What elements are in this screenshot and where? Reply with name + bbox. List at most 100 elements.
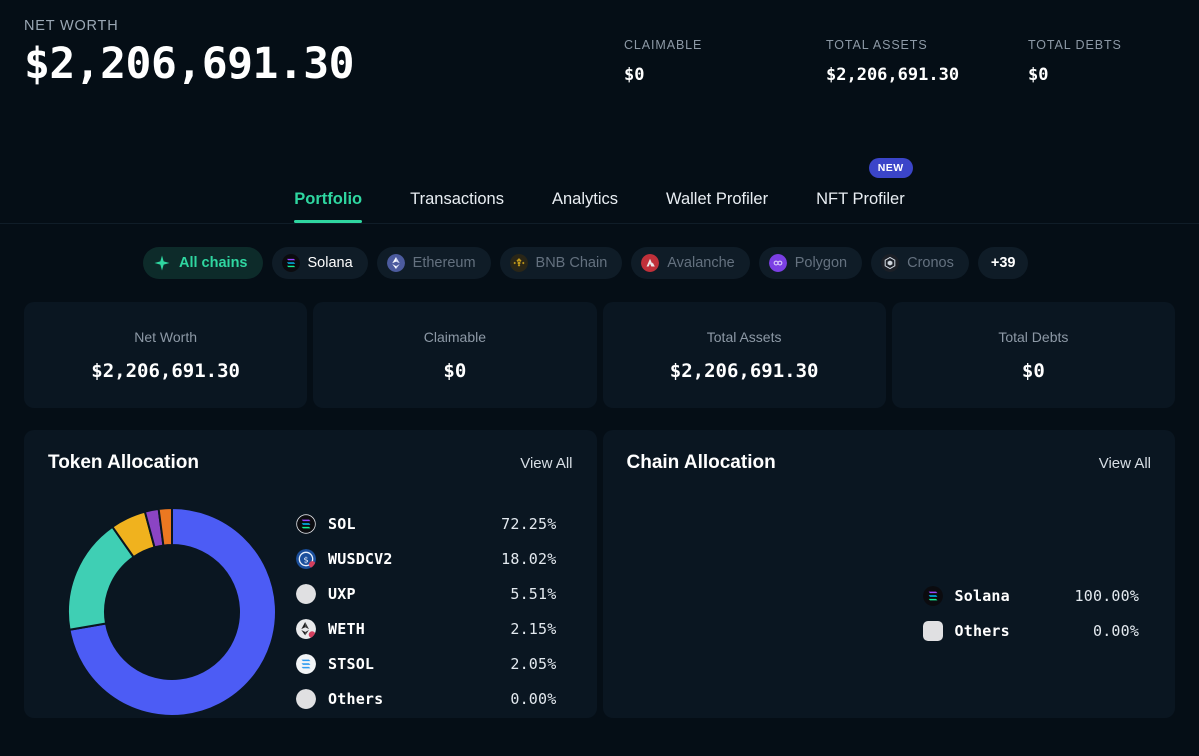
header-bar: NET WORTH $2,206,691.30 CLAIMABLE $0 TOT… [0, 0, 1199, 128]
chain-chip-avalanche[interactable]: Avalanche [631, 247, 750, 279]
allocation-panels: Token Allocation View All SOL 72.25% $ W… [0, 408, 1199, 718]
main-tabs: Portfolio Transactions Analytics Wallet … [0, 128, 1199, 224]
solana-icon [922, 585, 943, 606]
legend-label: UXP [328, 584, 356, 603]
chain-chip-label: +39 [990, 255, 1016, 271]
chain-chip-solana[interactable]: Solana [271, 247, 368, 279]
header-stat-label: TOTAL ASSETS [826, 38, 928, 52]
legend-value: 18.02% [501, 549, 557, 568]
chain-legend: Solana 100.00% Others 0.00% [875, 488, 1166, 648]
legend-item-stsol[interactable]: STSOL 2.05% [296, 646, 557, 681]
stat-card-total-assets: Total Assets $2,206,691.30 [602, 302, 886, 408]
legend-label: Others [954, 621, 1010, 640]
tab-nft-profiler[interactable]: NEW NFT Profiler [792, 158, 929, 223]
token-allocation-title: Token Allocation [48, 452, 199, 473]
stat-card-label: Net Worth [134, 328, 197, 345]
header-stats: CLAIMABLE $0 TOTAL ASSETS $2,206,691.30 … [624, 38, 1175, 85]
legend-item-others[interactable]: Others 0.00% [922, 613, 1140, 648]
solana-icon [281, 254, 300, 272]
net-worth-label: NET WORTH [24, 18, 119, 34]
legend-item-uxp[interactable]: UXP 5.51% [296, 576, 557, 611]
header-stat-label: CLAIMABLE [624, 38, 703, 52]
legend-label: WETH [328, 619, 365, 638]
stat-card-label: Claimable [423, 328, 486, 345]
chain-chip-bnb-chain[interactable]: BNB Chain [499, 247, 623, 279]
chain-chip-ethereum[interactable]: Ethereum [376, 247, 491, 279]
chain-chip-label: BNB Chain [535, 255, 608, 271]
cronos-icon [881, 254, 900, 272]
chain-chip-label: Avalanche [667, 255, 735, 271]
token-view-all-link[interactable]: View All [520, 455, 572, 472]
others-icon [296, 688, 316, 709]
stat-card-value: $0 [1021, 359, 1045, 382]
tab-portfolio[interactable]: Portfolio [270, 190, 386, 223]
chain-chip-label: Solana [307, 255, 353, 271]
stat-card-total-debts: Total Debts $0 [891, 302, 1175, 408]
header-stat-value: $0 [624, 65, 645, 85]
net-worth-value: $2,206,691.30 [24, 39, 355, 89]
stat-card-value: $2,206,691.30 [91, 359, 240, 382]
tab-label: Analytics [551, 190, 618, 208]
chain-allocation-panel: Chain Allocation View All Solana 100.00% [602, 430, 1175, 718]
tab-transactions[interactable]: Transactions [386, 190, 528, 223]
net-worth-block: NET WORTH $2,206,691.30 [24, 18, 624, 89]
uxp-icon [296, 583, 316, 604]
bnb-icon [509, 254, 528, 272]
chain-chip-polygon[interactable]: Polygon [758, 247, 863, 279]
header-stat-label: TOTAL DEBTS [1028, 38, 1122, 52]
chain-chip-label: Cronos [907, 255, 954, 271]
tab-label: Portfolio [294, 190, 363, 208]
summary-cards: Net Worth $2,206,691.30 Claimable $0 Tot… [0, 302, 1199, 408]
stat-card-value: $0 [443, 359, 467, 382]
stat-card-claimable: Claimable $0 [313, 302, 597, 408]
legend-label: SOL [328, 514, 356, 533]
tab-label: NFT Profiler [816, 190, 905, 208]
chain-allocation-title: Chain Allocation [626, 452, 776, 473]
stat-card-value: $2,206,691.30 [669, 359, 819, 382]
legend-value: 100.00% [1074, 586, 1140, 605]
chain-chip-all-chains[interactable]: All chains [143, 247, 263, 279]
legend-item-wusdcv2[interactable]: $ WUSDCV2 18.02% [296, 541, 557, 576]
chain-donut-chart [627, 488, 875, 718]
token-donut-chart [48, 488, 296, 718]
chain-view-all-link[interactable]: View All [1099, 455, 1151, 472]
others-icon [922, 620, 943, 641]
chain-chip-label: Polygon [794, 255, 848, 271]
token-legend: SOL 72.25% $ WUSDCV2 18.02% UXP 5.51% WE… [296, 488, 573, 716]
tab-label: Wallet Profiler [666, 190, 769, 208]
chain-chip-more[interactable]: +39 [977, 247, 1029, 279]
chain-donut-svg [817, 611, 855, 613]
legend-value: 5.51% [510, 584, 557, 603]
legend-item-weth[interactable]: WETH 2.15% [296, 611, 557, 646]
legend-value: 0.00% [1092, 621, 1140, 640]
legend-item-sol[interactable]: SOL 72.25% [296, 506, 557, 541]
tab-wallet-profiler[interactable]: Wallet Profiler [642, 190, 792, 223]
header-stat-value: $0 [1028, 65, 1049, 85]
stat-card-net-worth: Net Worth $2,206,691.30 [24, 302, 308, 408]
header-stat-total-assets: TOTAL ASSETS $2,206,691.30 [826, 38, 1028, 85]
sparkle-icon [154, 255, 170, 271]
tab-analytics[interactable]: Analytics [528, 190, 642, 223]
legend-value: 2.15% [510, 619, 557, 638]
legend-value: 2.05% [510, 654, 557, 673]
legend-item-solana[interactable]: Solana 100.00% [922, 578, 1140, 613]
svg-text:$: $ [303, 554, 308, 564]
solana-icon [296, 513, 316, 534]
tab-label: Transactions [410, 190, 504, 208]
header-stat-claimable: CLAIMABLE $0 [624, 38, 826, 85]
ethereum-icon [386, 254, 405, 272]
header-stat-total-debts: TOTAL DEBTS $0 [1028, 38, 1122, 85]
legend-item-others[interactable]: Others 0.00% [296, 681, 557, 716]
stat-card-label: Total Debts [998, 328, 1069, 345]
legend-label: WUSDCV2 [328, 549, 393, 568]
legend-label: Solana [954, 586, 1010, 605]
chain-chip-cronos[interactable]: Cronos [871, 247, 969, 279]
header-stat-value: $2,206,691.30 [826, 65, 960, 85]
stat-card-label: Total Assets [706, 328, 782, 345]
chain-chip-label: Ethereum [412, 255, 476, 271]
chain-chip-label: All chains [179, 255, 248, 271]
legend-value: 72.25% [501, 514, 557, 533]
legend-value: 0.00% [510, 689, 557, 708]
token-allocation-panel: Token Allocation View All SOL 72.25% $ W… [24, 430, 597, 718]
legend-label: STSOL [328, 654, 375, 673]
